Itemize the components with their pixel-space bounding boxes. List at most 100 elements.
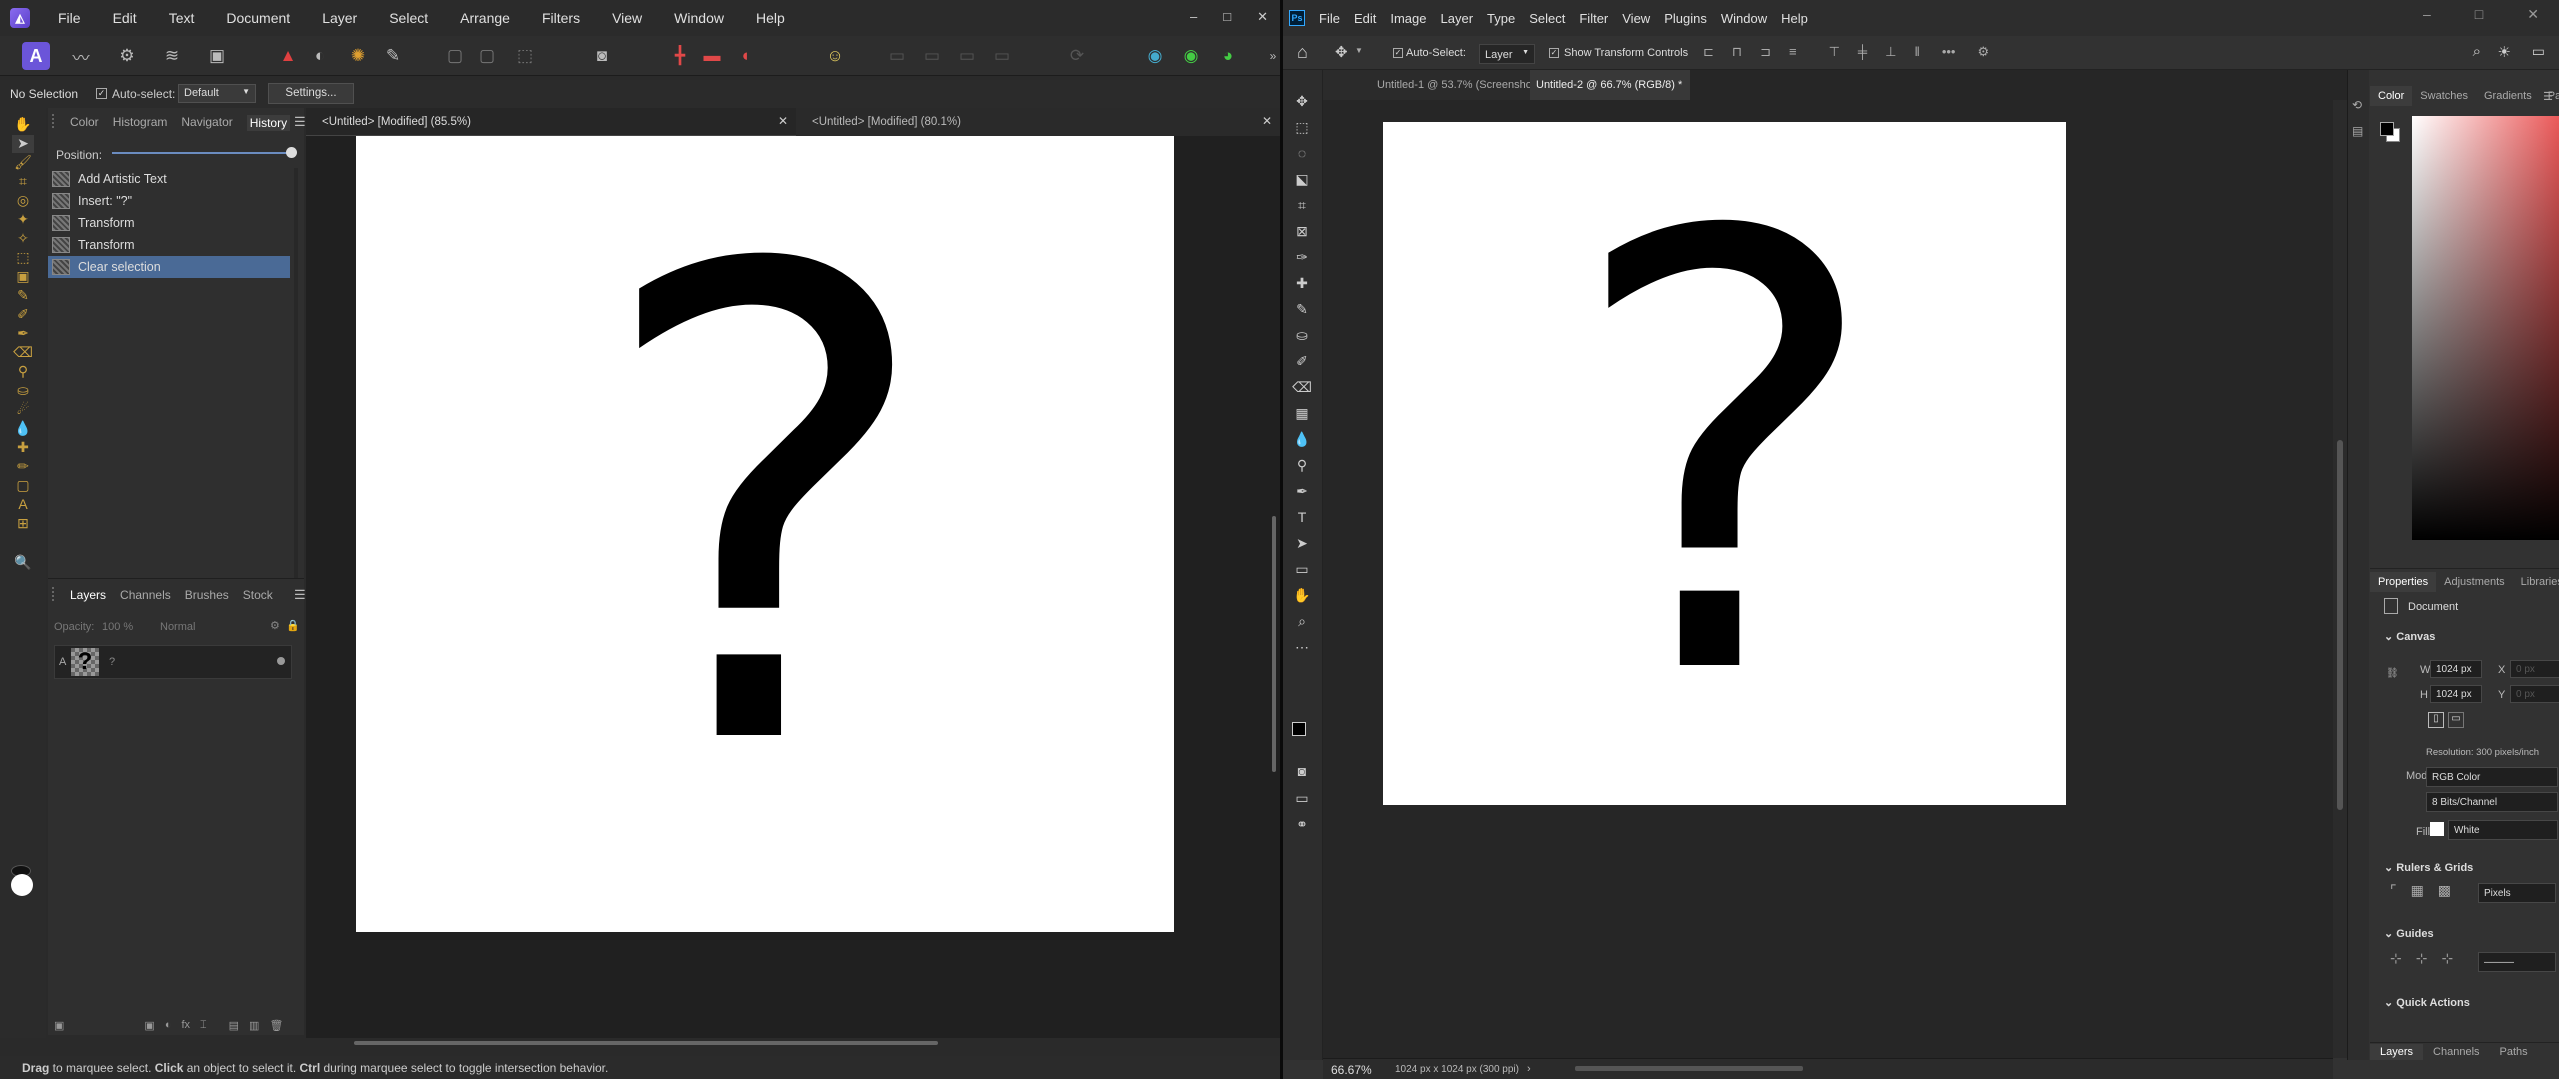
color-wheel-icon[interactable]: ✺: [343, 41, 373, 71]
menu-item-document[interactable]: Document: [226, 10, 290, 26]
history-brush-icon[interactable]: ✐: [1291, 350, 1313, 372]
menu-item-file[interactable]: File: [1319, 11, 1340, 26]
settings-button[interactable]: Settings...: [268, 83, 354, 104]
pen-tool-icon[interactable]: ✒: [1291, 480, 1313, 502]
paint-brush-icon[interactable]: ✐: [12, 306, 34, 324]
assistant-icon[interactable]: ◙: [587, 41, 617, 71]
menu-item-image[interactable]: Image: [1390, 11, 1426, 26]
marquee-tool-icon[interactable]: ⬚: [1291, 116, 1313, 138]
history-item[interactable]: Insert: "?": [48, 190, 290, 212]
frame-tool-icon[interactable]: ⊠: [1291, 220, 1313, 242]
paint-icon[interactable]: ✎: [12, 287, 34, 305]
blur-icon[interactable]: 💧: [12, 420, 34, 438]
history-item[interactable]: Transform: [48, 212, 290, 234]
history-item[interactable]: Clear selection: [48, 256, 290, 278]
marquee-icon[interactable]: ⬚: [12, 249, 34, 267]
tab-channels[interactable]: Channels: [2423, 1044, 2489, 1060]
history-slider-track[interactable]: [112, 152, 292, 154]
menu-item-edit[interactable]: Edit: [1354, 11, 1376, 26]
menu-item-filters[interactable]: Filters: [542, 10, 580, 26]
mesh-icon[interactable]: ⊞: [12, 515, 34, 533]
close-button[interactable]: ✕: [2527, 6, 2539, 23]
ps-canvas[interactable]: ?: [1383, 122, 2066, 805]
close-button[interactable]: ✕: [1257, 9, 1268, 25]
lock-icon[interactable]: 🔒: [286, 619, 300, 632]
tab-layers[interactable]: Layers: [70, 588, 106, 602]
menu-item-plugins[interactable]: Plugins: [1664, 11, 1707, 26]
auto-select-dropdown[interactable]: Default ▼: [178, 84, 256, 103]
align-top-icon[interactable]: ⊤: [1829, 44, 1840, 60]
minimize-button[interactable]: –: [2423, 6, 2431, 23]
share3-icon[interactable]: ◕: [1213, 41, 1243, 71]
zoom-tool-icon[interactable]: ⌕: [1291, 610, 1313, 632]
share-icon[interactable]: ◉: [1140, 41, 1170, 71]
clone-icon[interactable]: ⛀: [12, 382, 34, 400]
eyedropper-icon[interactable]: ✑: [1291, 246, 1313, 268]
menu-item-filter[interactable]: Filter: [1579, 11, 1608, 26]
history-item[interactable]: Transform: [48, 234, 290, 256]
ps-doc-tab-2[interactable]: Untitled-2 @ 66.7% (RGB/8) *: [1530, 70, 1690, 100]
menu-item-layer[interactable]: Layer: [1441, 11, 1474, 26]
affinity-canvas[interactable]: ?: [356, 136, 1174, 932]
toolbar-overflow-icon[interactable]: »: [1258, 41, 1280, 71]
tab-brushes[interactable]: Brushes: [185, 588, 229, 602]
tab-swatches[interactable]: Swatches: [2412, 86, 2476, 106]
tone-mapping-persona-icon[interactable]: ≋: [157, 41, 187, 71]
tab-close-icon[interactable]: ✕: [778, 114, 788, 128]
photo-persona-icon[interactable]: A: [22, 42, 50, 70]
foreground-color-swatch[interactable]: [1292, 722, 1306, 736]
tab-layers[interactable]: Layers: [2370, 1043, 2424, 1060]
hand-tool-icon[interactable]: ✋: [1291, 584, 1313, 606]
align-left-icon[interactable]: ⊏: [1703, 44, 1714, 60]
liquify-persona-icon[interactable]: 〰: [66, 41, 96, 71]
ps-h-scroll-thumb[interactable]: [1575, 1066, 1803, 1071]
home-icon[interactable]: ⌂: [1297, 42, 1308, 63]
histogram-icon[interactable]: ▲: [273, 41, 303, 71]
move-tool-icon[interactable]: ✥: [1291, 90, 1313, 112]
doc-tab-2[interactable]: <Untitled> [Modified] (80.1%) ✕: [796, 108, 1280, 136]
menu-item-help[interactable]: Help: [756, 10, 785, 26]
tab-close-icon[interactable]: ✕: [1262, 114, 1272, 128]
tab-histogram[interactable]: Histogram: [113, 115, 168, 131]
shape-pen-icon[interactable]: ✏: [12, 458, 34, 476]
layer-visibility-icon[interactable]: [277, 657, 285, 665]
text-icon[interactable]: A: [12, 496, 34, 514]
menu-item-arrange[interactable]: Arrange: [460, 10, 510, 26]
tab-color[interactable]: Color: [70, 115, 99, 131]
move-tool-icon[interactable]: ✥: [1335, 43, 1348, 61]
fg-swatch[interactable]: [2380, 122, 2394, 136]
comments-panel-icon[interactable]: ▤: [2352, 124, 2363, 138]
auto-select-checkbox[interactable]: ✓: [96, 88, 107, 99]
more-tools-icon[interactable]: ⋯: [1291, 636, 1313, 658]
menu-item-view[interactable]: View: [612, 10, 642, 26]
crop-tool-icon[interactable]: ⌗: [1291, 194, 1313, 216]
blend-mode-value[interactable]: Normal: [160, 621, 195, 633]
maximize-button[interactable]: □: [1223, 9, 1231, 25]
units-dropdown[interactable]: Pixels: [2478, 883, 2556, 903]
erase-icon[interactable]: ⌫: [12, 344, 34, 362]
lasso-tool-icon[interactable]: ◌: [1291, 142, 1313, 164]
canvas-section-title[interactable]: ⌄ Canvas: [2384, 630, 2435, 643]
rulers-section-title[interactable]: ⌄ Rulers & Grids: [2384, 861, 2473, 874]
tab-stock[interactable]: Stock: [243, 588, 273, 602]
history-panel-icon[interactable]: ⟲: [2352, 98, 2362, 112]
minimize-button[interactable]: –: [1190, 9, 1197, 25]
bits-dropdown[interactable]: 8 Bits/Channel: [2426, 792, 2558, 812]
dodge-tool-icon[interactable]: ⚲: [1291, 454, 1313, 476]
screen-mode-icon[interactable]: ▭: [1291, 787, 1313, 809]
align-bottom-icon[interactable]: ⊥: [1885, 44, 1896, 60]
v-scrollbar[interactable]: [1270, 136, 1278, 1032]
mask-icon[interactable]: ▬: [697, 41, 727, 71]
magnet-icon[interactable]: ◖: [730, 41, 760, 71]
fill-icon[interactable]: ▣: [12, 268, 34, 286]
menu-item-type[interactable]: Type: [1487, 11, 1515, 26]
landscape-icon[interactable]: ▭: [2448, 712, 2464, 728]
fx-icon[interactable]: fx: [181, 1019, 190, 1036]
pen-icon[interactable]: ✒: [12, 325, 34, 343]
color-field[interactable]: [2412, 116, 2559, 540]
fill-swatch[interactable]: [2430, 822, 2444, 836]
zoom-readout[interactable]: 66.67%: [1331, 1063, 1372, 1077]
maximize-button[interactable]: □: [2475, 6, 2483, 23]
height-field[interactable]: 1024 px: [2430, 685, 2482, 703]
doc-info[interactable]: 1024 px x 1024 px (300 ppi): [1395, 1064, 1519, 1075]
